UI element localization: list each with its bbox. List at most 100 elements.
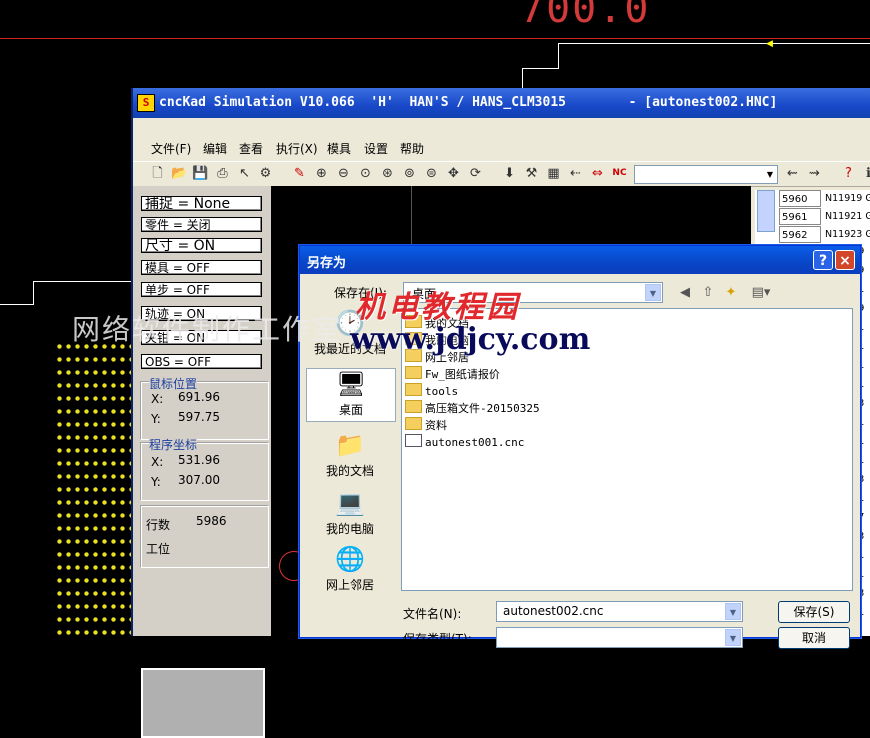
desktop-icon: 🖥 xyxy=(336,370,367,398)
window-title: cncKad Simulation V10.066 'H' HAN'S / HA… xyxy=(159,95,778,110)
folder-icon xyxy=(405,366,422,379)
open-icon[interactable]: 📂 xyxy=(171,165,188,182)
zoom-in-icon[interactable]: ⊕ xyxy=(313,165,330,182)
zoom-window-icon[interactable]: ⊙ xyxy=(357,165,374,182)
tool-icon[interactable]: ⚙ xyxy=(257,165,274,182)
cad-red-line xyxy=(0,38,870,39)
obs-toggle[interactable]: OBS = OFF xyxy=(141,354,262,369)
place-my-computer[interactable]: 💻 我的电脑 xyxy=(306,488,394,537)
cnc-file-icon xyxy=(405,434,422,447)
pan-icon[interactable]: ✥ xyxy=(445,165,462,182)
main-titlebar[interactable]: S cncKad Simulation V10.066 'H' HAN'S / … xyxy=(133,88,870,118)
chevron-down-icon: ▼ xyxy=(725,603,741,620)
program-coord-title: 程序坐标 xyxy=(149,436,198,453)
nc-icon[interactable]: NC xyxy=(611,165,628,182)
mouse-x-label: X: xyxy=(151,392,164,406)
line-count-label: 行数 xyxy=(146,518,171,532)
menu-settings[interactable]: 设置 xyxy=(364,140,388,157)
filename-input[interactable]: autonest002.cnc ▼ xyxy=(496,601,743,622)
list-item[interactable]: 5961 N11921 G xyxy=(777,208,870,226)
coordinate-readout: 700.0 xyxy=(520,0,651,32)
view-menu-icon[interactable]: ▤▾ xyxy=(748,284,774,302)
help-pointer-icon[interactable]: ↖ xyxy=(236,165,253,182)
cad-outline-step-v xyxy=(558,43,559,69)
program-x-value: 531.96 xyxy=(178,453,220,467)
toolbar: 🗋 📂 💾 ⎙ ↖ ⚙ ✎ ⊕ ⊖ ⊙ ⊛ ⊚ ⊜ ✥ ⟳ ⬇ ⚒ ▦ ⇠ ⇔ … xyxy=(133,161,870,187)
new-icon[interactable]: 🗋 xyxy=(149,165,166,182)
chevron-down-icon: ▼ xyxy=(725,629,741,646)
single-step-toggle[interactable]: 单步 = OFF xyxy=(141,282,262,297)
dialog-titlebar[interactable]: 另存为 ? × xyxy=(300,246,860,274)
question-icon[interactable]: ? xyxy=(840,165,857,182)
line-count-value: 5986 xyxy=(196,514,227,528)
filename-label: 文件名(N): xyxy=(403,607,462,621)
cad-outline-left-v2 xyxy=(33,281,34,305)
menu-view[interactable]: 查看 xyxy=(239,140,263,157)
watermark-text: 网络软件制作工作室 xyxy=(72,313,343,346)
save-button[interactable]: 保存(S) xyxy=(778,601,850,623)
cad-arrow-marker: ◀ xyxy=(766,39,773,49)
new-folder-icon[interactable]: ✦ xyxy=(722,284,740,302)
place-network[interactable]: 🌐 网上邻居 xyxy=(306,544,394,593)
preview-box xyxy=(141,668,265,738)
up-folder-icon[interactable]: ⇧ xyxy=(699,284,717,302)
menu-run[interactable]: 执行(X) xyxy=(276,140,318,157)
menu-tools[interactable]: 模具 xyxy=(327,140,351,157)
program-y-value: 307.00 xyxy=(178,473,220,487)
snap-toggle[interactable]: 捕捉 = None xyxy=(141,196,262,211)
walk-forward-icon[interactable]: ⇝ xyxy=(806,165,823,182)
list-item[interactable]: Fw_图纸请报价 xyxy=(405,366,500,382)
redraw-icon[interactable]: ⟳ xyxy=(467,165,484,182)
station-label: 工位 xyxy=(146,542,171,556)
logo-watermark: 机电教程园 xyxy=(355,290,520,325)
cad-outline-left-h xyxy=(0,304,34,305)
zoom-all-icon[interactable]: ⊛ xyxy=(379,165,396,182)
list-item[interactable]: 5962 N11923 G xyxy=(777,226,870,244)
menu-help[interactable]: 帮助 xyxy=(400,140,424,157)
filetype-label: 保存类型(T): xyxy=(403,632,472,646)
my-computer-icon: 💻 xyxy=(335,489,365,517)
step-back-icon[interactable]: ⇠ xyxy=(567,165,584,182)
info-icon[interactable]: ℹ xyxy=(860,165,870,182)
save-icon[interactable]: 💾 xyxy=(192,165,209,182)
tool-toggle[interactable]: 模具 = OFF xyxy=(141,260,262,275)
parts-toggle[interactable]: 零件 = 关闭 xyxy=(141,217,262,232)
folder-icon xyxy=(405,383,422,396)
my-documents-icon: 📁 xyxy=(335,431,365,459)
back-icon[interactable]: ◀ xyxy=(676,284,694,302)
list-item[interactable]: 高压箱文件-20150325 xyxy=(405,400,540,416)
list-item[interactable]: 资料 xyxy=(405,417,447,433)
tool-table-icon[interactable]: ⚒ xyxy=(523,165,540,182)
list-item[interactable]: tools xyxy=(405,383,458,398)
zoom-out-icon[interactable]: ⊖ xyxy=(335,165,352,182)
list-item[interactable]: autonest001.cnc xyxy=(405,434,524,449)
print-icon[interactable]: ⎙ xyxy=(214,165,231,182)
mirror-icon[interactable]: ⇔ xyxy=(589,165,606,182)
menu-file[interactable]: 文件(F) xyxy=(151,140,191,157)
filename-value: autonest002.cnc xyxy=(503,604,604,618)
zoom-fit-icon[interactable]: ⊜ xyxy=(423,165,440,182)
dialog-title: 另存为 xyxy=(307,256,347,271)
help-button[interactable]: ? xyxy=(813,250,833,270)
place-my-documents[interactable]: 📁 我的文档 xyxy=(306,430,394,479)
grid-icon[interactable]: ▦ xyxy=(545,165,562,182)
cad-outline-left-h2 xyxy=(33,281,131,282)
program-y-label: Y: xyxy=(151,475,161,489)
filetype-select[interactable]: ▼ xyxy=(496,627,743,648)
menu-edit[interactable]: 编辑 xyxy=(203,140,227,157)
folder-icon xyxy=(405,400,422,413)
walk-back-icon[interactable]: ⇜ xyxy=(784,165,801,182)
download-icon[interactable]: ⬇ xyxy=(501,165,518,182)
toolbar-combo[interactable]: ▼ xyxy=(634,165,778,184)
zoom-prev-icon[interactable]: ⊚ xyxy=(401,165,418,182)
listing-scrollbar[interactable] xyxy=(757,190,775,232)
folder-icon xyxy=(405,417,422,430)
dimension-toggle[interactable]: 尺寸 = ON xyxy=(141,238,262,253)
cancel-button[interactable]: 取消 xyxy=(778,627,850,649)
pen-icon[interactable]: ✎ xyxy=(291,165,308,182)
punch-hole-pattern xyxy=(55,340,135,636)
mouse-x-value: 691.96 xyxy=(178,390,220,404)
close-button[interactable]: × xyxy=(835,250,855,270)
place-desktop[interactable]: 🖥 桌面 xyxy=(306,368,396,422)
list-item[interactable]: 5960 N11919 G xyxy=(777,190,870,208)
